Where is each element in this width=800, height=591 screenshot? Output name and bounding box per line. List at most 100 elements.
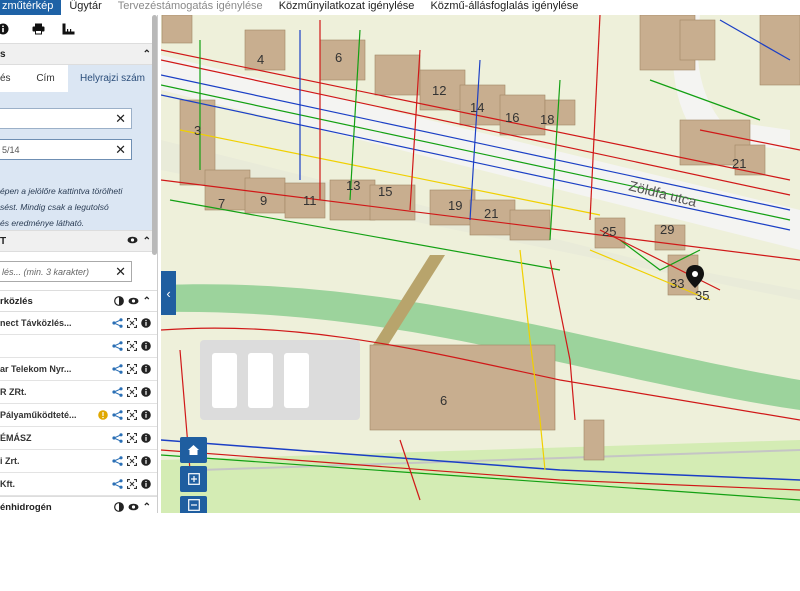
eye-icon[interactable] [128, 297, 139, 305]
share-icon[interactable] [112, 456, 123, 466]
share-icon[interactable] [112, 318, 123, 328]
zoom-in-icon [187, 473, 200, 485]
print-icon[interactable] [32, 23, 45, 35]
home-icon [188, 445, 199, 455]
contrast-icon[interactable] [113, 502, 124, 512]
map-drawing[interactable]: 4 6 12 14 16 18 21 3 7 9 11 13 15 19 21 … [161, 15, 800, 513]
search-tab-kereses[interactable]: és [0, 65, 23, 92]
info-icon[interactable] [141, 433, 151, 443]
layer-filter-input[interactable]: lés... (min. 3 karakter) ✕ [0, 261, 132, 282]
layer-item[interactable]: ÉMÁSZ [0, 427, 157, 450]
layer-item-label: Kft. [0, 479, 15, 489]
tab-ugytar[interactable]: Ügytár [61, 0, 109, 15]
clear-icon[interactable]: ✕ [115, 112, 126, 125]
svg-text:13: 13 [346, 178, 360, 193]
layer-item[interactable]: Pályaműködteté... [0, 404, 157, 427]
layer-item-label: R ZRt. [0, 387, 27, 397]
chevron-up-icon[interactable]: ⌃ [143, 236, 151, 247]
zoom-extent-icon[interactable] [127, 364, 137, 374]
svg-text:9: 9 [260, 193, 267, 208]
layer-item-label: ar Telekom Nyr... [0, 364, 72, 374]
layer-item-label: i Zrt. [0, 456, 20, 466]
svg-text:18: 18 [540, 112, 554, 127]
svg-text:33: 33 [670, 276, 684, 291]
eye-icon[interactable] [127, 236, 138, 247]
home-button[interactable] [180, 437, 207, 463]
clear-icon[interactable]: ✕ [115, 143, 126, 156]
chevron-up-icon[interactable]: ⌃ [143, 49, 151, 60]
layer-item[interactable] [0, 335, 157, 358]
layer-group-szenhidrogen[interactable]: énhidrogén ⌃ [0, 496, 157, 513]
layer-group-tavkozles[interactable]: rközlés ⌃ [0, 290, 157, 312]
chevron-up-icon[interactable]: ⌃ [143, 296, 151, 307]
contrast-icon[interactable] [113, 296, 124, 306]
share-icon[interactable] [112, 479, 123, 489]
info-icon[interactable] [141, 479, 151, 489]
chevron-left-icon: ‹ [166, 285, 171, 301]
share-icon[interactable] [112, 433, 123, 443]
layer-item[interactable]: ar Telekom Nyr... [0, 358, 157, 381]
layer-item[interactable]: nect Távközlés... [0, 312, 157, 335]
layer-item[interactable]: Kft. [0, 473, 157, 496]
search-section-header[interactable]: s ⌃ [0, 43, 157, 65]
info-icon[interactable] [141, 318, 151, 328]
parcel-number-input[interactable]: 5/14 ✕ [0, 139, 132, 160]
sidebar: s ⌃ és Cím Helyrajzi szám ✕ 5/14 ✕ épen … [0, 15, 158, 513]
chevron-up-icon[interactable]: ⌃ [143, 502, 151, 513]
share-icon[interactable] [112, 387, 123, 397]
tab-kozmu-allasfoglalas[interactable]: Közmű-állásfoglalás igénylése [422, 0, 586, 15]
zoom-extent-icon[interactable] [127, 479, 137, 489]
tab-tervezestamogatas[interactable]: Tervezéstámogatás igénylése [110, 0, 271, 15]
layer-item-label: Pályaműködteté... [0, 410, 77, 420]
search-hint: épen a jelölőre kattintva törölheti sést… [0, 186, 123, 228]
svg-text:21: 21 [484, 206, 498, 221]
zoom-in-button[interactable] [180, 466, 207, 492]
svg-text:11: 11 [303, 193, 317, 208]
zoom-extent-icon[interactable] [127, 433, 137, 443]
svg-text:12: 12 [432, 83, 446, 98]
settlement-input[interactable]: ✕ [0, 108, 132, 129]
zoom-extent-icon[interactable] [127, 410, 137, 420]
share-icon[interactable] [112, 410, 123, 420]
tab-kozmuterkep[interactable]: zműtérkép [0, 0, 62, 15]
info-icon[interactable] [141, 456, 151, 466]
svg-text:16: 16 [505, 110, 519, 125]
svg-text:4: 4 [257, 52, 264, 67]
parcel-number-value: 5/14 [2, 144, 20, 155]
svg-text:35: 35 [695, 288, 709, 303]
zoom-extent-icon[interactable] [127, 341, 137, 351]
layer-item-label: ÉMÁSZ [0, 433, 32, 443]
eye-icon[interactable] [128, 503, 139, 511]
map-canvas[interactable]: 4 6 12 14 16 18 21 3 7 9 11 13 15 19 21 … [161, 15, 800, 513]
svg-text:14: 14 [470, 100, 484, 115]
info-icon[interactable] [141, 364, 151, 374]
top-navigation: zműtérkép Ügytár Tervezéstámogatás igény… [0, 0, 800, 15]
measure-icon[interactable] [62, 23, 75, 35]
search-tab-helyrajzi-szam[interactable]: Helyrajzi szám [68, 65, 157, 92]
tab-kozmunyilatkozat[interactable]: Közműnyilatkozat igénylése [271, 0, 423, 15]
search-tabs: és Cím Helyrajzi szám [0, 65, 157, 92]
info-icon[interactable] [0, 23, 9, 35]
info-icon[interactable] [141, 387, 151, 397]
search-tab-cim[interactable]: Cím [23, 65, 68, 92]
layer-item[interactable]: i Zrt. [0, 450, 157, 473]
svg-text:3: 3 [194, 123, 201, 138]
sidebar-scrollbar[interactable] [152, 15, 157, 255]
clear-icon[interactable]: ✕ [115, 264, 126, 280]
svg-text:25: 25 [602, 224, 616, 239]
info-icon[interactable] [141, 341, 151, 351]
layer-item[interactable]: R ZRt. [0, 381, 157, 404]
info-icon[interactable] [141, 410, 151, 420]
zoom-extent-icon[interactable] [127, 318, 137, 328]
svg-text:6: 6 [440, 393, 447, 408]
share-icon[interactable] [112, 341, 123, 351]
svg-text:21: 21 [732, 156, 746, 171]
layers-section-title: T [0, 235, 7, 247]
zoom-out-button[interactable] [180, 496, 207, 513]
collapse-sidebar-button[interactable]: ‹ [161, 271, 176, 315]
share-icon[interactable] [112, 364, 123, 374]
layers-section-header[interactable]: T ⌃ [0, 230, 157, 252]
zoom-extent-icon[interactable] [127, 387, 137, 397]
layer-filter-placeholder: lés... (min. 3 karakter) [2, 266, 90, 277]
zoom-extent-icon[interactable] [127, 456, 137, 466]
